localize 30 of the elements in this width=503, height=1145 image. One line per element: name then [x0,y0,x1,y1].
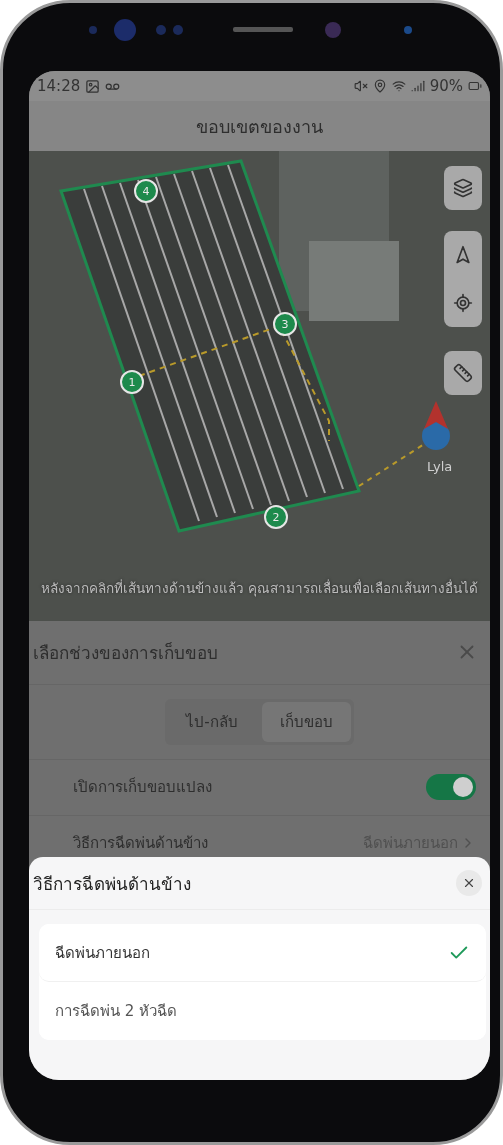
location-label: Lyla [427,459,453,474]
locate-icon [453,293,473,313]
close-icon [462,876,476,890]
setting-label: วิธีการฉีดพ่นด้านข้าง [73,833,208,855]
ruler-button[interactable] [444,351,482,395]
image-icon [85,78,101,94]
layers-button[interactable] [444,166,482,210]
location-icon [372,79,387,93]
status-time: 14:28 [37,77,81,95]
wifi-icon [391,79,406,93]
ruler-icon [453,363,473,383]
setting-label: เปิดการเก็บขอบแปลง [73,776,212,799]
battery-icon [468,79,482,93]
satellite-map[interactable]: 4 3 1 2 Lyla หลังจากคลิกที่เส้นทางด้านข้างแล้ว คุณสามารถเลื่อนเพื่อเลือกเส้นทางอื่นได้ [29,151,490,621]
arrow-icon [453,245,473,265]
screen-title: ขอบเขตของงาน [196,114,323,139]
sheet-title: วิธีการฉีดพ่นด้านข้าง [33,872,191,896]
segment-tab[interactable]: เก็บขอบ [261,701,351,742]
close-button[interactable] [456,870,482,896]
waypoint-marker[interactable]: 1 [120,370,144,394]
layers-icon [453,178,473,198]
signal-icon [410,79,425,93]
battery-percent: 90% [429,77,463,95]
hint-text: หลังจากคลิกที่เส้นทางด้านข้างแล้ว คุณสามารถเลื่อนเพื่อเลือกเส้นทางอื่นได้ [39,578,480,599]
panel-title: เลือกช่วงของการเก็บขอบ [33,641,218,665]
position-pin-icon [419,399,453,453]
mute-icon [353,79,368,93]
segment-tab[interactable]: ไป-กลับ [168,701,256,742]
toggle-switch[interactable] [426,774,476,801]
waypoint-marker[interactable]: 2 [264,505,288,529]
